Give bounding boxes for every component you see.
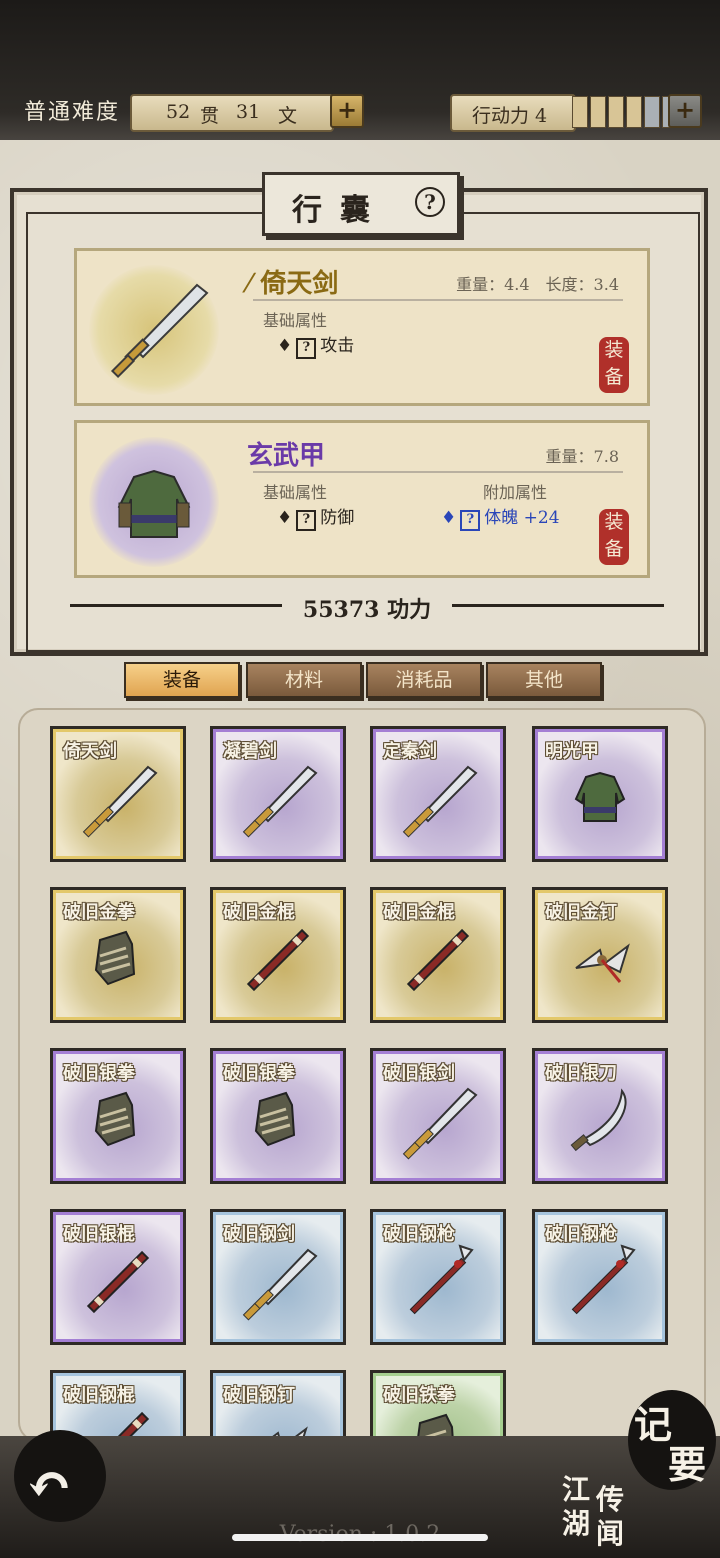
inventory-item[interactable]: 明光甲 [532, 726, 668, 862]
inventory-item[interactable]: 破旧钢钉 [210, 1370, 346, 1440]
weapon-base-attr-label: 基础属性 [263, 311, 328, 330]
energy-segment [608, 96, 624, 128]
staff-icon [86, 1250, 150, 1314]
inventory-item[interactable]: 破旧金棍 [210, 887, 346, 1023]
sword-icon [82, 765, 158, 838]
weapon-weight: 重量：4.4 [456, 275, 530, 294]
back-arrow-icon: ↶ [26, 1452, 73, 1518]
inventory-item[interactable]: 破旧银刀 [532, 1048, 668, 1184]
notes-button[interactable]: 记 要 [628, 1390, 716, 1490]
page-title: 行囊 [292, 193, 388, 228]
dart-icon [575, 943, 630, 983]
unknown-icon: ? [296, 338, 317, 359]
tab-equipment[interactable]: 装备 [124, 662, 240, 698]
energy-segment [644, 96, 660, 128]
equip-seal-button[interactable]: 装备 [599, 509, 629, 565]
gauntlet-icon [254, 1091, 296, 1147]
staff-icon [246, 928, 310, 992]
energy-display: 行动力 4 [450, 94, 576, 132]
energy-segment [590, 96, 606, 128]
armor-icon [117, 469, 191, 538]
sword-icon [402, 1087, 478, 1160]
add-energy-button[interactable]: + [668, 94, 702, 128]
divider [70, 604, 282, 607]
money-unit-wen: 文 [278, 105, 298, 127]
inventory-item[interactable]: 破旧银剑 [370, 1048, 506, 1184]
divider [452, 604, 664, 607]
inventory-item[interactable]: 倚天剑 [50, 726, 186, 862]
equipped-armor-slot[interactable]: 玄武甲 重量：7.8 基础属性 ♦? 防御 附加属性 ♦? 体魄 +24 装备 [74, 420, 650, 578]
money-unit-guan: 贯 [200, 105, 220, 127]
weapon-portrait [89, 265, 219, 395]
weapon-name: ⁄ 倚天剑 [247, 269, 339, 299]
armor-portrait [89, 437, 219, 567]
unknown-icon: ? [296, 510, 317, 531]
tab-other[interactable]: 其他 [486, 662, 602, 698]
weapon-length: 长度：3.4 [545, 275, 619, 294]
inventory-item[interactable]: 破旧金棍 [370, 887, 506, 1023]
power-value: 55373 功力 [302, 597, 432, 623]
equip-seal-button[interactable]: 装备 [599, 337, 629, 393]
energy-label: 行动力 4 [472, 105, 548, 127]
notes-label-2: 要 [668, 1442, 707, 1487]
top-background [0, 0, 720, 160]
tab-materials[interactable]: 材料 [246, 662, 362, 698]
notes-label-1: 记 [634, 1402, 673, 1447]
divider [253, 299, 623, 301]
bag-title-box: 行囊 ? [262, 172, 460, 236]
energy-segment [626, 96, 642, 128]
inventory-item[interactable]: 破旧钢枪 [370, 1209, 506, 1345]
add-money-button[interactable]: + [330, 94, 364, 128]
sword-icon [402, 765, 478, 838]
spear-icon [409, 1244, 474, 1315]
weapon-stats: 重量：4.4 长度：3.4 [456, 271, 619, 295]
spear-icon [571, 1244, 636, 1315]
inventory-item[interactable]: 破旧金钉 [532, 887, 668, 1023]
armor-icon [574, 771, 626, 822]
item-grid: 倚天剑 凝碧剑 定秦剑 明光甲 破旧金拳 破旧金棍 破旧金棍 破旧金钉 破旧银拳 破旧银拳 破旧银剑… [18, 708, 706, 1442]
money-amount-guan: 52 [166, 101, 191, 123]
armor-base-attr: ♦? 防御 [277, 503, 354, 531]
armor-extra-attr-label: 附加属性 [483, 483, 548, 502]
sword-icon [242, 765, 318, 838]
inventory-item[interactable]: 破旧铁拳 [370, 1370, 506, 1440]
tab-consumables[interactable]: 消耗品 [366, 662, 482, 698]
armor-extra-attr: ♦? 体魄 +24 [441, 503, 560, 531]
inventory-item[interactable]: 破旧钢剑 [210, 1209, 346, 1345]
money-display: 52 贯 31 文 [130, 94, 334, 132]
inventory-item[interactable]: 破旧金拳 [50, 887, 186, 1023]
armor-weight: 重量：7.8 [545, 447, 619, 466]
divider [253, 471, 623, 473]
unknown-icon: ? [460, 510, 481, 531]
energy-segment [572, 96, 588, 128]
sword-icon [242, 1248, 318, 1321]
gauntlet-icon [94, 930, 136, 986]
armor-name: 玄武甲 [247, 441, 326, 471]
energy-bar [572, 96, 680, 128]
weapon-base-attr: ♦? 攻击 [277, 331, 354, 359]
money-amount-wen: 31 [236, 101, 261, 123]
equipped-weapon-slot[interactable]: ⁄ 倚天剑 重量：4.4 长度：3.4 基础属性 ♦? 攻击 装备 [74, 248, 650, 406]
staff-icon [406, 928, 470, 992]
help-button[interactable]: ? [415, 187, 445, 217]
saber-icon [570, 1088, 627, 1152]
inventory-item[interactable]: 破旧银拳 [50, 1048, 186, 1184]
inventory-item[interactable]: 破旧钢枪 [532, 1209, 668, 1345]
inventory-item[interactable]: 凝碧剑 [210, 726, 346, 862]
inventory-item[interactable]: 定秦剑 [370, 726, 506, 862]
sword-icon [110, 283, 209, 379]
gauntlet-icon [94, 1091, 136, 1147]
inventory-item[interactable]: 破旧银棍 [50, 1209, 186, 1345]
difficulty-label: 普通难度 [24, 100, 121, 125]
armor-base-attr-label: 基础属性 [263, 483, 328, 502]
inventory-item[interactable]: 破旧银拳 [210, 1048, 346, 1184]
home-indicator[interactable] [232, 1534, 488, 1541]
